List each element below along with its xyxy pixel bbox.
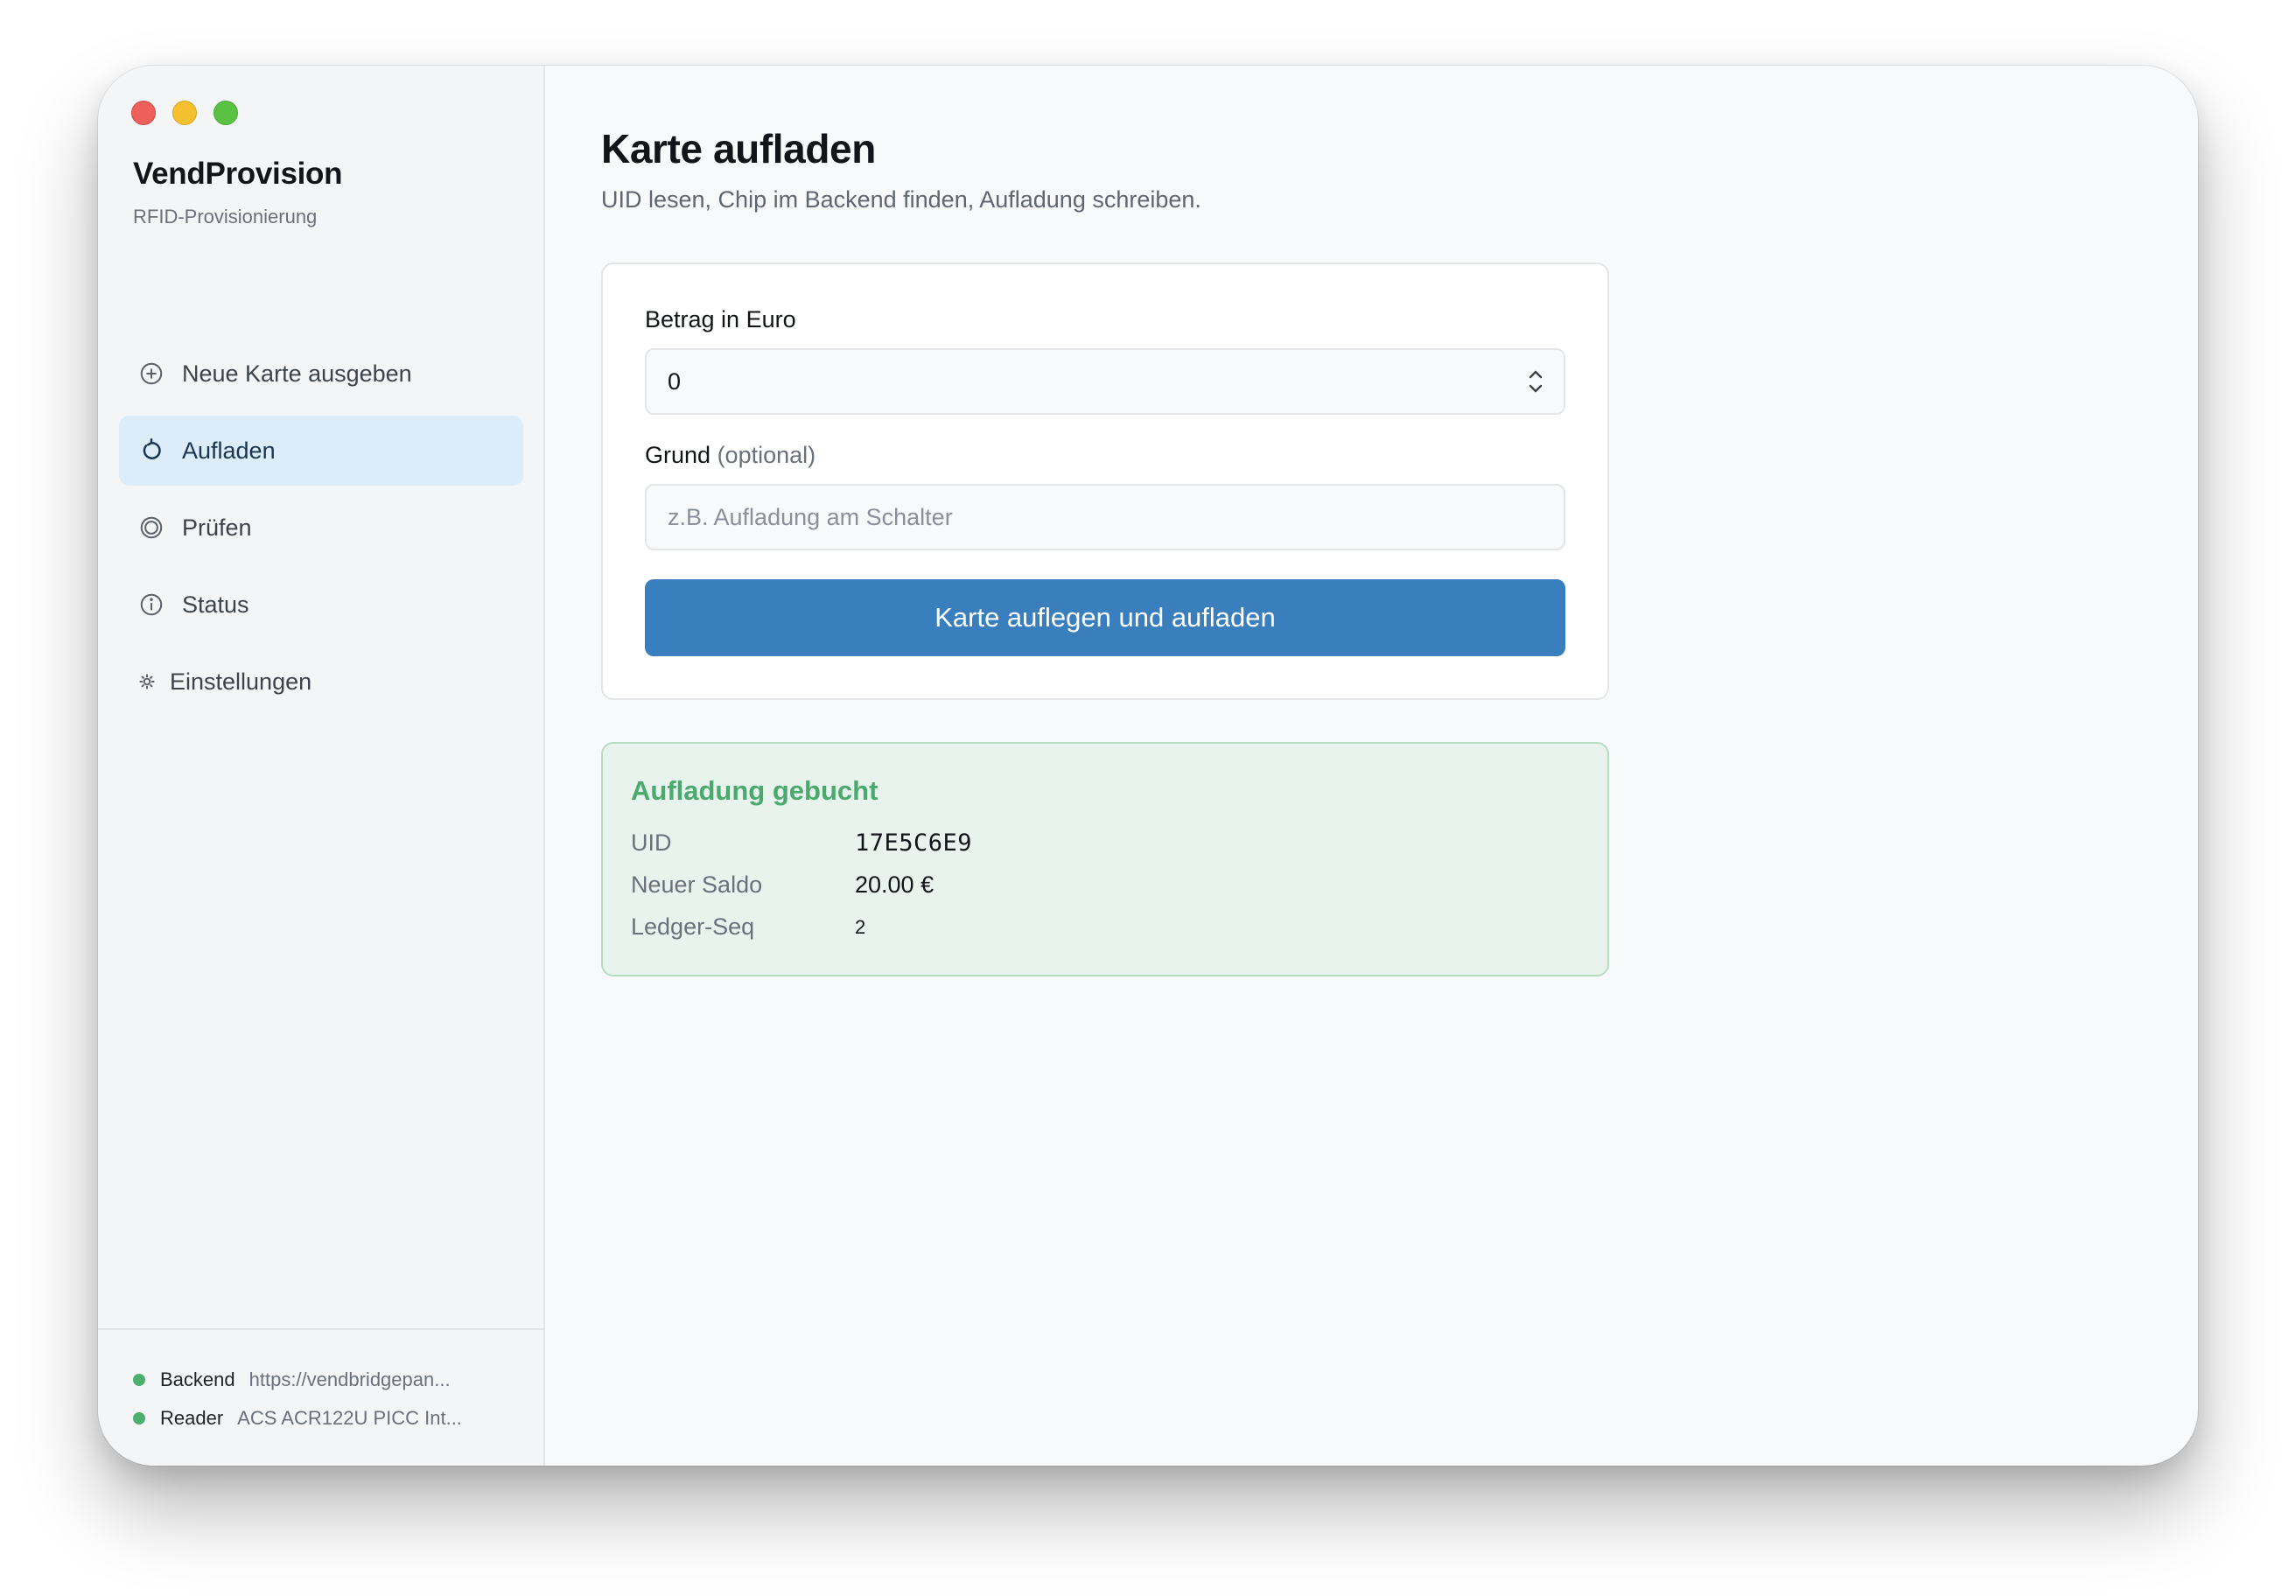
seq-value: 2 bbox=[855, 915, 866, 938]
result-seq-row: Ledger-Seq 2 bbox=[631, 914, 865, 941]
result-balance-row: Neuer Saldo 20.00 € bbox=[631, 872, 934, 899]
balance-value: 20.00 € bbox=[855, 872, 934, 898]
sidebar-item-einstellungen[interactable]: Einstellungen bbox=[119, 647, 523, 717]
backend-label: Backend bbox=[160, 1368, 235, 1390]
result-title: Aufladung gebucht bbox=[631, 775, 878, 806]
gear-icon bbox=[138, 673, 156, 690]
sidebar-item-label: Neue Karte ausgeben bbox=[182, 360, 412, 387]
sidebar-item-label: Status bbox=[182, 591, 249, 618]
topup-result: Aufladung gebucht UID 17E5C6E9 Neuer Sal… bbox=[601, 742, 1609, 976]
balance-label: Neuer Saldo bbox=[631, 872, 763, 898]
sidebar: VendProvision RFID-Provisionierung Neue … bbox=[98, 66, 545, 1466]
uid-label: UID bbox=[631, 830, 672, 856]
refresh-icon bbox=[138, 438, 164, 464]
amount-value: 0 bbox=[668, 368, 682, 395]
reason-label: Grund (optional) bbox=[645, 442, 816, 469]
reason-placeholder: z.B. Aufladung am Schalter bbox=[668, 503, 953, 530]
zoom-window-button[interactable] bbox=[214, 101, 238, 125]
sidebar-nav: Neue Karte ausgeben Aufladen Prüfen Stat… bbox=[119, 339, 523, 724]
target-circle-icon bbox=[138, 514, 164, 541]
backend-url: https://vendbridgepan... bbox=[248, 1368, 451, 1390]
close-window-button[interactable] bbox=[131, 101, 156, 125]
app-subtitle: RFID-Provisionierung bbox=[133, 206, 318, 228]
reason-input[interactable]: z.B. Aufladung am Schalter bbox=[645, 484, 1565, 550]
amount-input[interactable]: 0 bbox=[645, 348, 1565, 415]
minimize-window-button[interactable] bbox=[172, 101, 197, 125]
amount-stepper[interactable] bbox=[1527, 367, 1544, 396]
uid-value: 17E5C6E9 bbox=[855, 830, 973, 857]
sidebar-item-status[interactable]: Status bbox=[119, 570, 523, 640]
page-subtitle: UID lesen, Chip im Backend finden, Aufla… bbox=[601, 186, 1201, 213]
backend-status-dot bbox=[133, 1374, 145, 1386]
connection-status: Backend https://vendbridgepan... Reader … bbox=[98, 1328, 543, 1466]
brand: VendProvision RFID-Provisionierung bbox=[133, 157, 343, 228]
topup-submit-button[interactable]: Karte auflegen und aufladen bbox=[645, 579, 1565, 656]
app-title: VendProvision bbox=[133, 157, 343, 191]
info-icon bbox=[138, 592, 164, 618]
sidebar-item-label: Einstellungen bbox=[170, 668, 312, 695]
app-window: VendProvision RFID-Provisionierung Neue … bbox=[98, 66, 2198, 1466]
reason-label-text: Grund bbox=[645, 442, 711, 468]
sidebar-item-label: Prüfen bbox=[182, 514, 252, 541]
window-controls bbox=[131, 101, 238, 125]
sidebar-item-label: Aufladen bbox=[182, 437, 276, 464]
main-content: Karte aufladen UID lesen, Chip im Backen… bbox=[545, 66, 2198, 1466]
result-uid-row: UID 17E5C6E9 bbox=[631, 830, 972, 857]
reader-label: Reader bbox=[160, 1407, 224, 1429]
sidebar-item-pruefen[interactable]: Prüfen bbox=[119, 493, 523, 563]
topup-form: Betrag in Euro 0 Grund (optional) z.B. A… bbox=[601, 262, 1609, 700]
page-title: Karte aufladen bbox=[601, 126, 876, 172]
amount-label: Betrag in Euro bbox=[645, 306, 796, 332]
reader-status-dot bbox=[133, 1412, 145, 1424]
sidebar-item-neue-karte[interactable]: Neue Karte ausgeben bbox=[119, 339, 523, 409]
backend-status: Backend https://vendbridgepan... bbox=[133, 1368, 543, 1391]
plus-circle-icon bbox=[138, 360, 164, 387]
seq-label: Ledger-Seq bbox=[631, 914, 755, 940]
reader-name: ACS ACR122U PICC Int... bbox=[237, 1407, 462, 1429]
reader-status: Reader ACS ACR122U PICC Int... bbox=[133, 1407, 543, 1430]
sidebar-item-aufladen[interactable]: Aufladen bbox=[119, 416, 523, 486]
reason-optional-hint: (optional) bbox=[717, 442, 816, 468]
